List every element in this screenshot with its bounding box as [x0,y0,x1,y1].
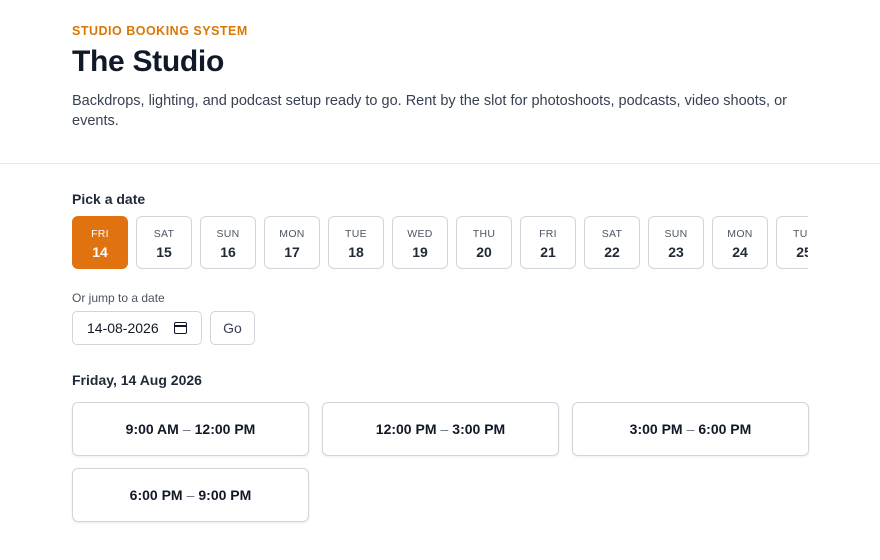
date-chip-dow: WED [407,228,433,240]
date-input[interactable]: 14-08-2026 [72,311,202,345]
selected-day-heading: Friday, 14 Aug 2026 [72,372,202,388]
time-slot[interactable]: 6:00 PM –9:00 PM [72,468,309,522]
date-chip[interactable]: FRI 21 [520,216,576,269]
time-slot[interactable]: 9:00 AM –12:00 PM [72,402,309,456]
date-chip[interactable]: WED 19 [392,216,448,269]
go-button[interactable]: Go [210,311,255,345]
date-chip[interactable]: MON 17 [264,216,320,269]
date-chip-dow: FRI [539,228,557,240]
date-chip[interactable]: FRI 14 [72,216,128,269]
pick-date-label: Pick a date [72,191,146,207]
date-strip[interactable]: FRI 14 SAT 15 SUN 16 MON 17 TUE 18 WED 19 THU 20 FRI 21… [72,216,808,270]
slot-dash: – [440,421,449,437]
date-chip-day: 15 [156,244,172,260]
time-slot-grid: 9:00 AM –12:00 PM 12:00 PM –3:00 PM 3:00 P… [72,402,809,522]
date-chip-day: 19 [412,244,428,260]
page-title: The Studio [72,45,224,78]
date-chip[interactable]: SAT 22 [584,216,640,269]
slot-start: 6:00 PM [129,487,183,503]
jump-date-label: Or jump to a date [72,291,165,305]
slot-start: 9:00 AM [125,421,179,437]
date-chip-day: 22 [604,244,620,260]
eyebrow-label: STUDIO BOOKING SYSTEM [72,24,248,38]
calendar-icon[interactable] [174,322,187,334]
slot-end: 6:00 PM [698,421,752,437]
date-chip[interactable]: SUN 23 [648,216,704,269]
date-input-value: 14-08-2026 [87,320,159,336]
slot-end: 12:00 PM [194,421,256,437]
page-header: STUDIO BOOKING SYSTEM The Studio Backdro… [0,0,880,164]
slot-end: 9:00 PM [198,487,252,503]
date-chip-dow: MON [279,228,305,240]
date-chip-dow: SUN [664,228,688,240]
date-chip-day: 23 [668,244,684,260]
date-chip[interactable]: THU 20 [456,216,512,269]
date-chip-day: 25 [796,244,808,260]
date-chip-dow: SUN [216,228,240,240]
date-chip-day: 20 [476,244,492,260]
date-chip[interactable]: SUN 16 [200,216,256,269]
date-chip-day: 24 [732,244,748,260]
jump-date-row: 14-08-2026 Go [72,311,808,345]
date-chip[interactable]: TUE 25 [776,216,808,269]
date-chip-day: 21 [540,244,556,260]
date-chip-dow: MON [727,228,753,240]
slot-dash: – [186,487,195,503]
date-chip-dow: TUE [793,228,808,240]
date-chip-day: 18 [348,244,364,260]
slot-dash: – [686,421,695,437]
date-chip-day: 16 [220,244,236,260]
date-chip-day: 14 [92,244,108,260]
slot-dash: – [182,421,191,437]
date-chip-day: 17 [284,244,300,260]
time-slot[interactable]: 12:00 PM –3:00 PM [322,402,559,456]
page-description: Backdrops, lighting, and podcast setup r… [72,93,787,129]
date-chip-dow: TUE [345,228,367,240]
slot-start: 12:00 PM [375,421,437,437]
date-chip-dow: FRI [91,228,109,240]
date-chip[interactable]: SAT 15 [136,216,192,269]
booking-main: Pick a date FRI 14 SAT 15 SUN 16 MON 17 TUE 18 WED… [0,164,880,522]
slot-start: 3:00 PM [629,421,683,437]
date-chip-dow: SAT [153,228,175,240]
time-slot[interactable]: 3:00 PM –6:00 PM [572,402,809,456]
date-chip-dow: SAT [601,228,623,240]
date-chip[interactable]: TUE 18 [328,216,384,269]
slot-end: 3:00 PM [452,421,506,437]
date-chip[interactable]: MON 24 [712,216,768,269]
date-chip-dow: THU [472,228,496,240]
